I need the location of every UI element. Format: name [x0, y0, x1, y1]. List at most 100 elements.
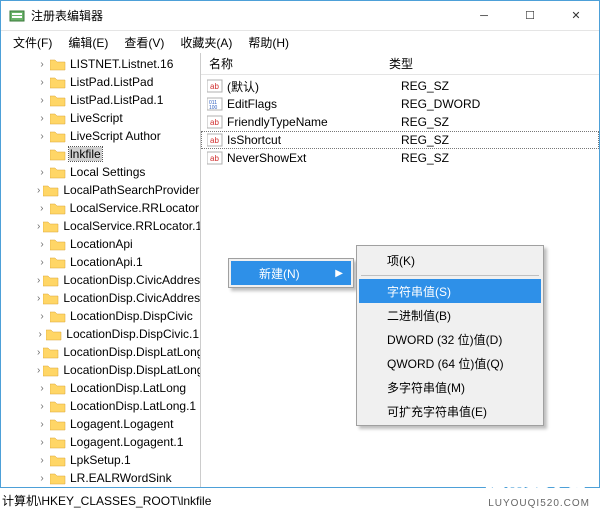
menu-view[interactable]: 查看(V)	[116, 32, 172, 53]
tree-item-label: LocationDisp.CivicAddress.1	[62, 291, 201, 305]
expand-icon[interactable]: ›	[37, 185, 40, 196]
menubar: 文件(F) 编辑(E) 查看(V) 收藏夹(A) 帮助(H)	[1, 31, 599, 53]
menu-help[interactable]: 帮助(H)	[240, 32, 297, 53]
tree-item[interactable]: ›ListPad.ListPad.1	[1, 91, 200, 109]
value-type-icon: ab	[207, 115, 223, 129]
expand-icon[interactable]: ›	[37, 347, 40, 358]
folder-icon	[50, 75, 66, 89]
value-row[interactable]: 011100EditFlagsREG_DWORD	[201, 95, 599, 113]
context-menu-new[interactable]: 项(K) 字符串值(S)二进制值(B)DWORD (32 位)值(D)QWORD …	[356, 245, 544, 426]
tree-item[interactable]: › LiveScript	[1, 109, 200, 127]
expand-icon[interactable]: ›	[37, 257, 47, 268]
close-button[interactable]: ✕	[553, 1, 599, 31]
tree-item[interactable]: ›Logagent.Logagent	[1, 415, 200, 433]
expand-icon[interactable]: ›	[37, 203, 47, 214]
titlebar[interactable]: 注册表编辑器 ─ ☐ ✕	[1, 1, 599, 31]
maximize-button[interactable]: ☐	[507, 1, 553, 31]
tree-item[interactable]: ›LpkSetup.1	[1, 451, 200, 469]
expand-icon[interactable]: ›	[37, 113, 47, 124]
value-type-icon: 011100	[207, 97, 223, 111]
tree-item-label: LocationDisp.DispLatLong	[62, 345, 201, 359]
tree-item[interactable]: ›LR.EALRWordSink	[1, 469, 200, 487]
menu-favorites[interactable]: 收藏夹(A)	[172, 32, 240, 53]
expand-icon[interactable]: ›	[37, 401, 47, 412]
value-row[interactable]: abNeverShowExtREG_SZ	[201, 149, 599, 167]
tree-item[interactable]: ›LocationApi	[1, 235, 200, 253]
expand-icon[interactable]: ›	[37, 167, 47, 178]
tree-item[interactable]: ›Local Settings	[1, 163, 200, 181]
value-row[interactable]: ab(默认)REG_SZ	[201, 77, 599, 95]
statusbar: 计算机\HKEY_CLASSES_ROOT\lnkfile	[2, 492, 211, 509]
tree-item-label: LISTNET.Listnet.16	[69, 57, 174, 71]
tree-item-label: ListPad.ListPad	[69, 75, 154, 89]
expand-icon[interactable]: ›	[37, 131, 47, 142]
tree-item-label: LiveScript	[69, 111, 124, 125]
tree-item[interactable]: ›LiveScript Author	[1, 127, 200, 145]
tree-item[interactable]: › LocationDisp.DispCivic	[1, 307, 200, 325]
expand-icon[interactable]: ›	[37, 383, 47, 394]
ctx-new[interactable]: 新建(N) ▶	[231, 261, 351, 285]
tree-item[interactable]: ›LocationDisp.CivicAddress	[1, 271, 200, 289]
tree-item-label: Logagent.Logagent.1	[69, 435, 184, 449]
svg-text:ab: ab	[210, 154, 219, 163]
menu-edit[interactable]: 编辑(E)	[60, 32, 116, 53]
tree-item[interactable]: › LISTNET.Listnet.16	[1, 55, 200, 73]
expand-icon[interactable]: ›	[37, 365, 40, 376]
tree-item[interactable]: › LocalService.RRLocator	[1, 199, 200, 217]
value-row[interactable]: abFriendlyTypeNameREG_SZ	[201, 113, 599, 131]
tree-view[interactable]: › LISTNET.Listnet.16 › ListPad.ListPad ›List…	[1, 53, 201, 487]
folder-icon	[43, 273, 59, 287]
ctx-item[interactable]: 项(K)	[359, 248, 541, 272]
col-type[interactable]: 类型	[381, 53, 599, 74]
ctx-item[interactable]: 字符串值(S)	[359, 279, 541, 303]
tree-item[interactable]: › LocalPathSearchProvider	[1, 181, 200, 199]
svg-text:ab: ab	[210, 136, 219, 145]
expand-icon[interactable]: ›	[37, 473, 47, 484]
tree-item[interactable]: ›LocationDisp.DispCivic.1	[1, 325, 200, 343]
col-name[interactable]: 名称	[201, 53, 381, 74]
folder-icon	[50, 309, 66, 323]
ctx-item[interactable]: 可扩充字符串值(E)	[359, 399, 541, 423]
tree-item[interactable]: › LocationDisp.LatLong	[1, 379, 200, 397]
folder-icon	[50, 57, 66, 71]
tree-item[interactable]: › ListPad.ListPad	[1, 73, 200, 91]
ctx-item[interactable]: QWORD (64 位)值(Q)	[359, 351, 541, 375]
expand-icon[interactable]: ›	[37, 95, 47, 106]
watermark-url: LUYOUQI520.COM	[485, 498, 590, 509]
ctx-item[interactable]: DWORD (32 位)值(D)	[359, 327, 541, 351]
tree-item[interactable]: lnkfile	[1, 145, 200, 163]
ctx-new-label: 新建(N)	[259, 265, 300, 282]
expand-icon[interactable]: ›	[37, 437, 47, 448]
context-menu-primary[interactable]: 新建(N) ▶	[228, 258, 354, 288]
tree-item[interactable]: › Logagent.Logagent.1	[1, 433, 200, 451]
folder-icon	[50, 399, 66, 413]
expand-icon[interactable]: ›	[37, 59, 47, 70]
expand-icon[interactable]: ›	[37, 221, 40, 232]
ctx-item[interactable]: 多字符串值(M)	[359, 375, 541, 399]
tree-item[interactable]: ›LocationDisp.DispLatLong.1	[1, 361, 200, 379]
tree-item-label: LocalService.RRLocator	[69, 201, 200, 215]
tree-item[interactable]: › LocationDisp.DispLatLong	[1, 343, 200, 361]
expand-icon[interactable]: ›	[37, 77, 47, 88]
tree-item[interactable]: › LocationDisp.CivicAddress.1	[1, 289, 200, 307]
tree-item[interactable]: ›LocationDisp.LatLong.1	[1, 397, 200, 415]
list-header[interactable]: 名称 类型	[201, 53, 599, 75]
tree-item[interactable]: ›LocationApi.1	[1, 253, 200, 271]
ctx-item[interactable]: 二进制值(B)	[359, 303, 541, 327]
expand-icon[interactable]: ›	[37, 239, 47, 250]
expand-icon[interactable]: ›	[37, 293, 40, 304]
expand-icon[interactable]: ›	[37, 329, 43, 340]
expand-icon[interactable]: ›	[37, 275, 40, 286]
minimize-button[interactable]: ─	[461, 1, 507, 31]
value-row[interactable]: abIsShortcutREG_SZ	[201, 131, 599, 149]
tree-item-label: LocationDisp.DispCivic	[69, 309, 194, 323]
folder-icon	[46, 327, 62, 341]
expand-icon[interactable]: ›	[37, 455, 47, 466]
expand-icon[interactable]: ›	[37, 311, 47, 322]
tree-item[interactable]: ›LocalService.RRLocator.1	[1, 217, 200, 235]
tree-item-label: LocationDisp.LatLong	[69, 381, 187, 395]
menu-file[interactable]: 文件(F)	[5, 32, 60, 53]
expand-icon[interactable]: ›	[37, 419, 47, 430]
folder-icon	[50, 237, 66, 251]
tree-item-label: LocalPathSearchProvider	[62, 183, 200, 197]
